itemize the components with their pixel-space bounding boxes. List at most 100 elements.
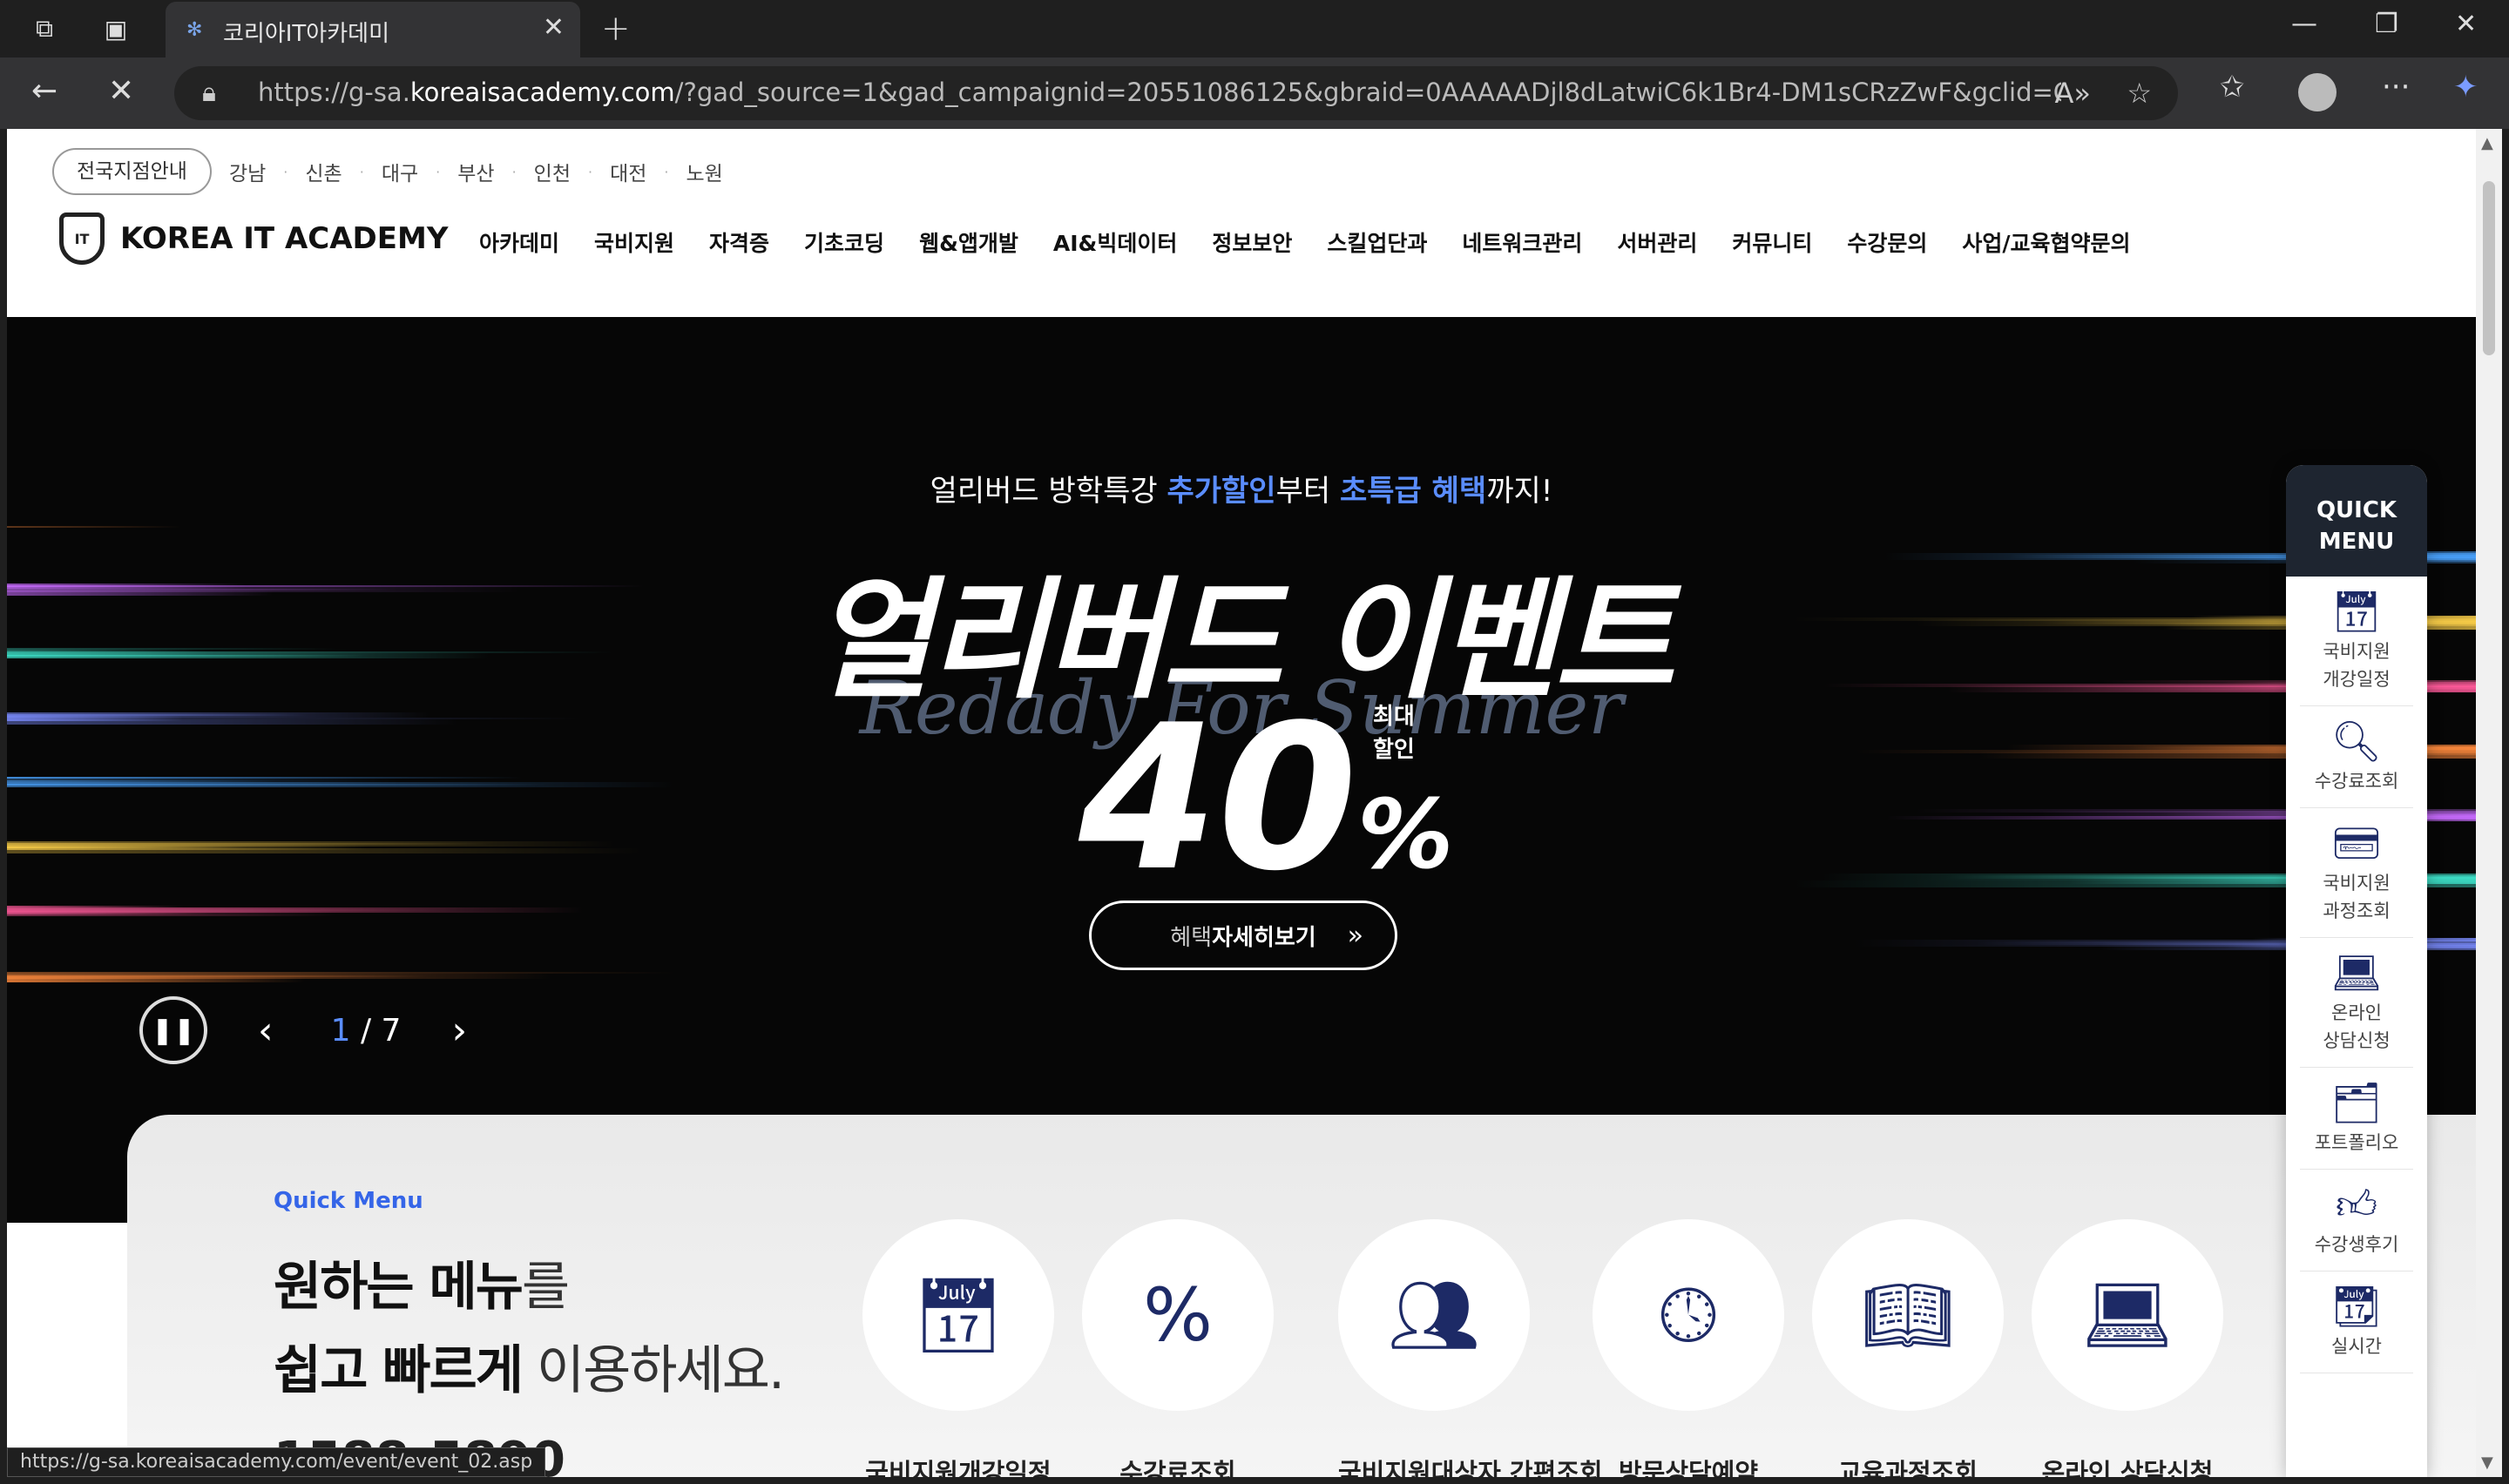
url-field[interactable]: 🔒︎ https://g-sa.koreaisacademy.com/?gad_… — [174, 66, 2178, 120]
hero-subtitle: 얼리버드 방학특강 추가할인부터 초특급 혜택까지! — [930, 474, 1553, 509]
review-thumbs-up-icon: 👍︎ — [2335, 1181, 2378, 1228]
slider-controls: ❚❚ ‹ 1 / 7 › — [139, 996, 467, 1064]
browser-tab-bar: ⧉ ▣ ✻ 코리아IT아카데미 ✕ + — ❐ ✕ — [0, 0, 2509, 57]
branch-link[interactable]: · 부산 — [436, 157, 494, 186]
lock-icon[interactable]: 🔒︎ — [202, 78, 216, 108]
side-item-schedule[interactable]: 📅︎ 국비지원 개강일정 — [2300, 577, 2413, 706]
branch-link[interactable]: · 대전 — [588, 157, 646, 186]
side-item-realtime[interactable]: 📆︎ 실시간 — [2300, 1272, 2413, 1373]
calendar-check-icon: 📅︎ — [862, 1219, 1054, 1411]
tab-title: 코리아IT아카데미 — [223, 21, 389, 47]
stop-loading-button[interactable]: ✕ — [108, 73, 134, 109]
book-cursor-icon: 📖︎ — [1812, 1219, 2004, 1411]
copilot-icon[interactable]: ✦ — [2453, 70, 2479, 105]
favorite-star-icon[interactable]: ☆ — [2127, 77, 2152, 110]
profile-avatar[interactable] — [2298, 73, 2337, 111]
branch-guide-button[interactable]: 전국지점안내 — [52, 148, 212, 195]
hero-detail-button[interactable]: 혜택 자세히보기 » — [1089, 901, 1397, 970]
laptop-list-icon: 💻︎ — [2330, 949, 2383, 996]
side-item-portfolio[interactable]: 🗂︎ 포트폴리오 — [2300, 1068, 2413, 1170]
people-search-icon: 👥︎ — [1338, 1219, 1530, 1411]
page-viewport: 전국지점안내 강남 · 신촌 · 대구 · 부산 · 인천 · 대전 · 노원 IT KOR… — [7, 129, 2476, 1477]
minimize-button[interactable]: — — [2291, 9, 2317, 39]
site-logo[interactable]: IT KOREA IT ACADEMY — [59, 212, 448, 265]
branch-bar: 전국지점안내 강남 · 신촌 · 대구 · 부산 · 인천 · 대전 · 노원 — [52, 148, 723, 195]
quick-menu-heading: 원하는 메뉴를 쉽고 빠르게 이용하세요. — [274, 1257, 785, 1401]
light-streak — [7, 972, 676, 974]
quick-item-fee[interactable]: % 수강료조회 — [1082, 1219, 1274, 1477]
quick-item-visit[interactable]: 🕓︎ 방문상담예약 — [1593, 1219, 1784, 1477]
laptop-list-icon: 💻︎ — [2032, 1219, 2223, 1411]
hero-max-discount-label: 최대 할인 — [1373, 704, 1415, 763]
nav-item[interactable]: 국비지원 — [594, 226, 674, 258]
close-tab-icon[interactable]: ✕ — [543, 12, 565, 43]
nav-item[interactable]: 네트워크관리 — [1462, 226, 1582, 258]
quick-item-schedule[interactable]: 📅︎ 국비지원개강일정 — [862, 1219, 1054, 1477]
calendar-clock-icon: 🕓︎ — [1593, 1219, 1784, 1411]
light-streak — [7, 779, 399, 784]
page-scrollbar[interactable]: ▲ ▼ — [2476, 129, 2502, 1477]
nav-item[interactable]: 사업/교육협약문의 — [1962, 226, 2130, 258]
main-nav: 아카데미 국비지원 자격증 기초코딩 웹&앱개발 AI&빅데이터 정보보안 스킬… — [479, 226, 2131, 258]
light-streak — [7, 906, 185, 907]
light-streak — [7, 777, 523, 779]
card-icon: 💳︎ — [2330, 820, 2383, 867]
side-item-review[interactable]: 👍︎ 수강생후기 — [2300, 1170, 2413, 1272]
pause-icon[interactable]: ❚❚ — [139, 996, 207, 1064]
quick-item-online[interactable]: 💻︎ 온라인 상담신청 — [2032, 1219, 2223, 1477]
hero-banner[interactable]: 얼리버드 방학특강 추가할인부터 초특급 혜택까지! Redady For Su… — [7, 317, 2476, 1223]
branch-link[interactable]: · 노원 — [664, 157, 722, 186]
favorites-icon[interactable]: ✩ — [2220, 70, 2245, 105]
nav-item[interactable]: 자격증 — [709, 226, 769, 258]
light-streak — [7, 526, 181, 528]
side-quick-menu-title: QUICK MENU — [2286, 465, 2427, 577]
calendar-grid-icon: 📆︎ — [2330, 1283, 2383, 1330]
slide-counter: 1 / 7 — [330, 1012, 402, 1049]
nav-item[interactable]: AI&빅데이터 — [1053, 226, 1177, 258]
side-quick-menu: QUICK MENU 📅︎ 국비지원 개강일정 🔍︎ 수강료조회 💳︎ 국비지원 과정조회 … — [2286, 465, 2427, 1477]
side-item-consult[interactable]: 💻︎ 온라인 상담신청 — [2300, 938, 2413, 1068]
close-window-button[interactable]: ✕ — [2455, 9, 2477, 39]
url-text[interactable]: https://g-sa.koreaisacademy.com/?gad_sou… — [258, 78, 2061, 107]
branch-link[interactable]: · 대구 — [360, 157, 418, 186]
nav-item[interactable]: 커뮤니티 — [1732, 226, 1812, 258]
back-button[interactable]: ← — [31, 73, 57, 109]
new-tab-button[interactable]: + — [601, 9, 631, 49]
more-menu-icon[interactable]: ··· — [2382, 70, 2410, 105]
nav-item[interactable]: 정보보안 — [1212, 226, 1292, 258]
shield-logo-icon: IT — [59, 212, 105, 265]
nav-item[interactable]: 웹&앱개발 — [919, 226, 1018, 258]
double-chevron-right-icon: » — [1347, 920, 1363, 951]
portfolio-icon: 🗂︎ — [2330, 1079, 2383, 1126]
restore-button[interactable]: ❐ — [2375, 9, 2398, 39]
quick-item-course[interactable]: 📖︎ 교육과정조회 — [1812, 1219, 2004, 1477]
tab-actions-icon[interactable]: ▣ — [98, 10, 134, 47]
status-bar-url: https://g-sa.koreaisacademy.com/event/ev… — [7, 1447, 546, 1477]
search-won-icon: 🔍︎ — [2330, 718, 2383, 765]
scroll-up-icon[interactable]: ▲ — [2481, 134, 2493, 152]
percent-search-icon: % — [1082, 1219, 1274, 1411]
workspaces-icon[interactable]: ⧉ — [26, 10, 63, 47]
scrollbar-thumb[interactable] — [2483, 181, 2495, 355]
logo-text: KOREA IT ACADEMY — [120, 221, 449, 256]
address-bar-row: ← ✕ 🔒︎ https://g-sa.koreaisacademy.com/?… — [0, 57, 2509, 129]
calendar-check-icon: 📅︎ — [2330, 588, 2383, 635]
browser-tab[interactable]: ✻ 코리아IT아카데미 ✕ — [166, 2, 580, 57]
loading-favicon-icon: ✻ — [186, 19, 203, 41]
quick-item-eligibility[interactable]: 👥︎ 국비지원대상자 간편조회 — [1338, 1219, 1603, 1477]
light-streak — [7, 841, 615, 847]
prev-slide-icon[interactable]: ‹ — [258, 1008, 274, 1053]
read-aloud-icon[interactable]: A» — [2055, 77, 2091, 110]
nav-item[interactable]: 수강문의 — [1847, 226, 1927, 258]
branch-link[interactable]: · 인천 — [512, 157, 571, 186]
scroll-down-icon[interactable]: ▼ — [2481, 1454, 2493, 1472]
nav-item[interactable]: 아카데미 — [479, 226, 559, 258]
branch-link[interactable]: 강남 — [229, 157, 266, 186]
nav-item[interactable]: 기초코딩 — [804, 226, 884, 258]
next-slide-icon[interactable]: › — [451, 1008, 467, 1053]
nav-item[interactable]: 서버관리 — [1617, 226, 1697, 258]
nav-item[interactable]: 스킬업단과 — [1327, 226, 1427, 258]
branch-link[interactable]: · 신촌 — [283, 157, 342, 186]
side-item-course[interactable]: 💳︎ 국비지원 과정조회 — [2300, 808, 2413, 938]
side-item-fee[interactable]: 🔍︎ 수강료조회 — [2300, 706, 2413, 808]
